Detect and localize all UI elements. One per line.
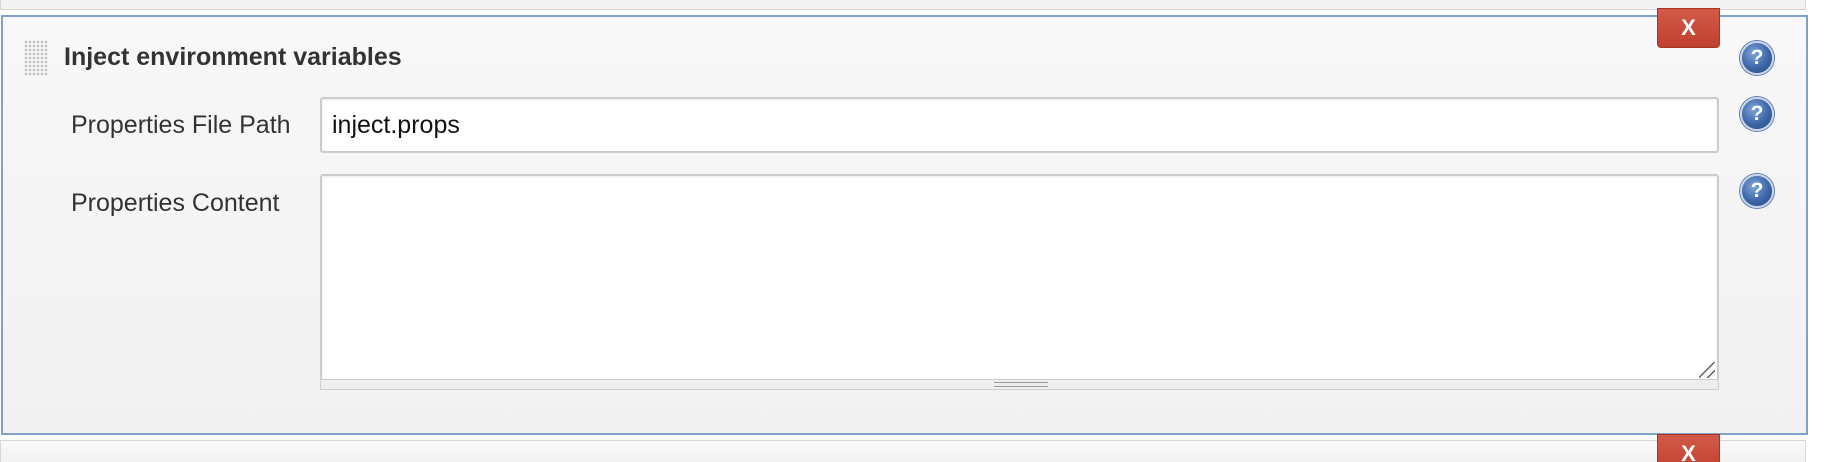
next-section [0, 440, 1806, 462]
drag-handle-icon[interactable] [24, 40, 48, 76]
section-help-icon[interactable]: ? [1740, 41, 1774, 75]
previous-section [0, 0, 1806, 10]
delete-section-button[interactable]: X [1657, 8, 1720, 48]
properties-file-path-help-icon[interactable]: ? [1740, 97, 1774, 131]
properties-file-path-input[interactable] [320, 97, 1719, 153]
section-title: Inject environment variables [64, 43, 402, 71]
properties-content-label: Properties Content [71, 189, 280, 217]
next-section-delete-button[interactable]: X [1657, 434, 1720, 462]
textarea-vertical-resizer[interactable] [320, 380, 1719, 390]
properties-file-path-label: Properties File Path [71, 111, 291, 139]
properties-content-textarea[interactable] [320, 174, 1719, 381]
resize-grip-icon [994, 382, 1048, 387]
properties-content-help-icon[interactable]: ? [1740, 174, 1774, 208]
textarea-resize-corner-icon[interactable] [1699, 362, 1715, 378]
stage: Inject environment variables X ? Propert… [0, 0, 1828, 462]
